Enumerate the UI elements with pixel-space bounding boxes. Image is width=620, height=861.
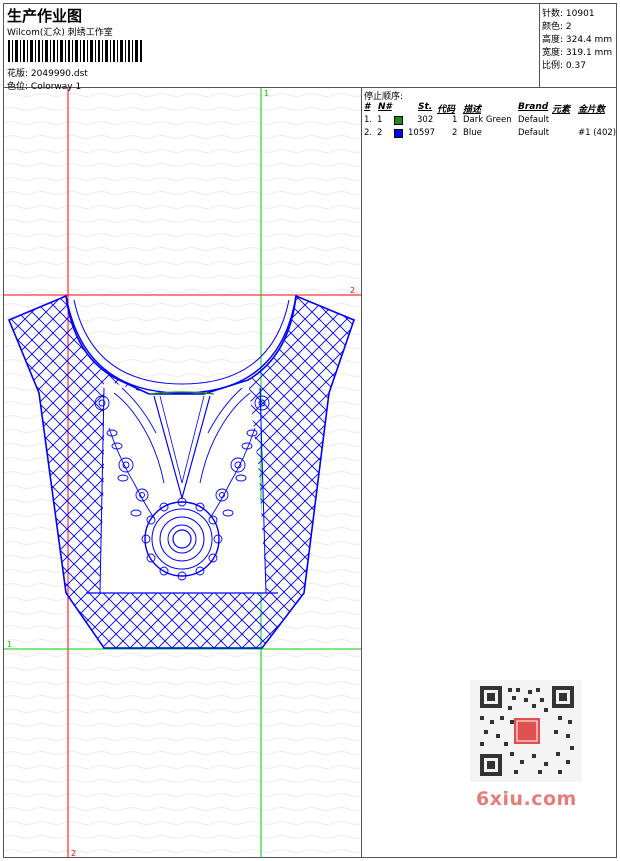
col-header-stitches: St. [418,102,433,112]
row-stitches: 302 [417,115,434,125]
stop-sequence-title: 停止顺序: [364,92,404,102]
design-label: 花版: [7,69,29,79]
table-row[interactable]: 1. 1 302 1 Dark Green Default [362,115,617,128]
row-sequin: #1 (402) [578,128,617,138]
stat-label: 针数: [542,9,564,19]
col-header-element: 元素 [552,105,571,115]
row-desc: Blue [463,128,482,138]
stat-value: 10901 [565,9,595,19]
col-header-sequin: 金片数 [578,105,606,115]
guide-label-red-bottom: 2 [71,849,76,858]
stat-label: 高度: [542,35,564,45]
stat-label: 颜色: [542,22,564,32]
col-header-brand: Brand [518,102,549,112]
stat-value: 324.4 mm [565,35,613,45]
stat-value: 2 [565,22,572,32]
stat-scale: 比例: 0.37 [542,58,586,71]
stat-stitches: 针数: 10901 [542,6,595,19]
qr-code [470,680,582,782]
design-value: 2049990.dst [30,69,88,79]
design-canvas[interactable]: 1 2 1 2 [4,88,362,858]
row-index: 1. [364,115,373,125]
barcode [8,40,142,62]
stat-width: 宽度: 319.1 mm [542,45,612,58]
row-n: 2 [377,128,383,138]
row-code: 2 [452,128,458,138]
guide-label-red-right: 2 [350,286,355,295]
header-panel: 生产作业图 Wilcom(汇众) 刺绣工作室 花版: 2049990.dst 色… [4,4,540,92]
guide-label-green-top: 1 [264,89,269,98]
company-name: Wilcom(汇众) 刺绣工作室 [7,28,113,38]
row-brand: Default [518,115,550,125]
stat-value: 319.1 mm [565,48,613,58]
stats-panel: 针数: 10901 颜色: 2 高度: 324.4 mm 宽度: 319.1 m… [540,4,617,88]
stat-colors: 颜色: 2 [542,19,572,32]
row-brand: Default [518,128,550,138]
color-swatch [394,116,403,125]
guide-label-green-left: 1 [7,640,12,649]
col-header-n: N# [378,102,392,112]
table-row[interactable]: 2. 2 10597 2 Blue Default #1 (402) [362,128,617,141]
page-title: 生产作业图 [7,7,83,25]
stat-label: 宽度: [542,48,564,58]
col-header-code: 代码 [437,105,456,115]
row-index: 2. [364,128,373,138]
row-stitches: 10597 [408,128,436,138]
col-header-desc: 描述 [463,105,482,115]
stat-value: 0.37 [565,61,586,71]
row-n: 1 [377,115,383,125]
row-desc: Dark Green [463,115,512,125]
stat-height: 高度: 324.4 mm [542,32,612,45]
design-preview: 1 2 1 2 [4,88,361,858]
color-swatch [394,129,403,138]
col-header-index: # [364,102,371,112]
site-watermark: 6xiu.com [476,788,577,810]
design-file: 花版: 2049990.dst [7,66,88,79]
row-code: 1 [452,115,458,125]
stat-label: 比例: [542,61,564,71]
